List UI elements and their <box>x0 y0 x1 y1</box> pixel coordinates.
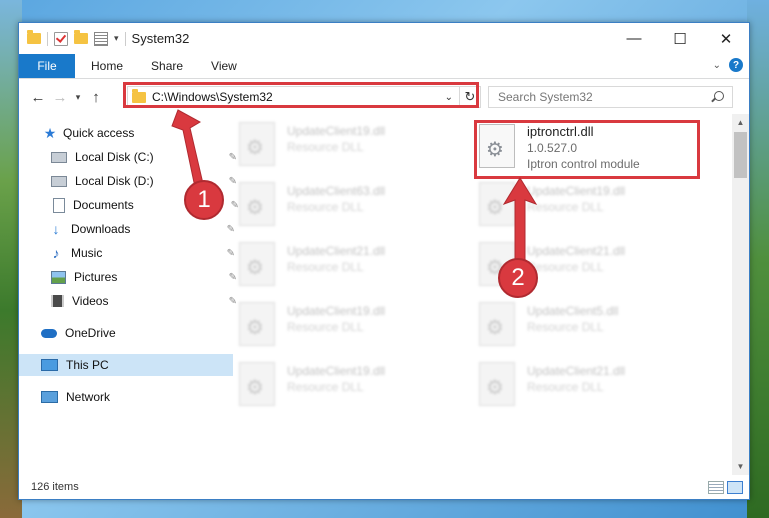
annotation-badge-2: 2 <box>498 258 538 298</box>
annotation-arrow-2 <box>502 177 538 263</box>
annotation-badge-1: 1 <box>184 180 224 220</box>
annotation-arrows <box>171 109 538 263</box>
